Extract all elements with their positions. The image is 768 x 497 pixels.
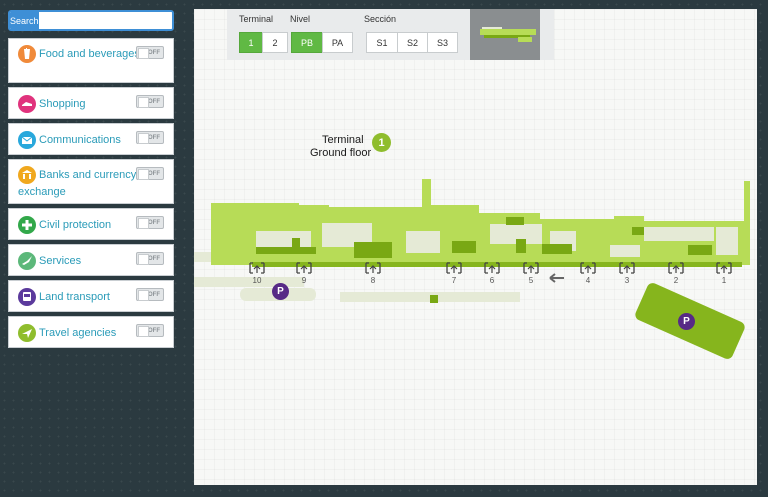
terminal-selector: 1 2 bbox=[239, 32, 288, 53]
category-list: Food and beverages OFF Shopping OFF Comm… bbox=[8, 38, 174, 352]
gate-arrow-icon bbox=[300, 265, 308, 273]
land-transport-icon bbox=[18, 288, 36, 306]
parking-icon[interactable]: P bbox=[272, 283, 289, 300]
parking-icon[interactable]: P bbox=[678, 313, 695, 330]
floor-area bbox=[194, 277, 304, 287]
gate-arrow-icon bbox=[672, 265, 680, 273]
seccion-s2-button[interactable]: S2 bbox=[397, 32, 428, 53]
building-block bbox=[506, 217, 524, 225]
gate-arrow-icon bbox=[584, 265, 592, 273]
shopping-toggle[interactable]: OFF bbox=[136, 95, 164, 108]
category-label: Food and beverages bbox=[39, 47, 140, 60]
floor-plan[interactable]: 10 9 8 7 6 5 4 3 2 1 bbox=[194, 9, 757, 485]
search-button[interactable]: Search bbox=[10, 12, 39, 29]
seccion-label: Sección bbox=[364, 14, 397, 24]
gate-arrow-icon bbox=[450, 265, 458, 273]
building-block bbox=[430, 295, 438, 303]
search-input[interactable] bbox=[38, 12, 172, 29]
food-toggle[interactable]: OFF bbox=[136, 46, 164, 59]
building-block bbox=[516, 239, 526, 253]
gate-label: 10 bbox=[253, 276, 262, 285]
gate-label: 9 bbox=[302, 276, 307, 285]
building-detail bbox=[610, 245, 640, 257]
building-block bbox=[354, 242, 392, 258]
category-food-and-beverages[interactable]: Food and beverages OFF bbox=[8, 38, 174, 83]
gate-label: 1 bbox=[722, 276, 727, 285]
nivel-selector: PB PA bbox=[291, 32, 353, 53]
category-label: Communications bbox=[39, 133, 121, 146]
seccion-selector: S1 S2 S3 bbox=[366, 32, 458, 53]
category-services[interactable]: Services OFF bbox=[8, 244, 174, 276]
services-icon bbox=[18, 252, 36, 270]
gate-label: 6 bbox=[490, 276, 495, 285]
civil-protection-toggle[interactable]: OFF bbox=[136, 216, 164, 229]
category-label: Shopping bbox=[39, 97, 86, 110]
communications-icon bbox=[18, 131, 36, 149]
terminal-2-button[interactable]: 2 bbox=[262, 32, 288, 53]
travel-agencies-toggle[interactable]: OFF bbox=[136, 324, 164, 337]
gate-arrow-icon bbox=[253, 265, 261, 273]
category-label: Land transport bbox=[39, 290, 110, 303]
food-icon bbox=[18, 45, 36, 63]
building-detail bbox=[644, 227, 714, 241]
nivel-pb-button[interactable]: PB bbox=[291, 32, 323, 53]
gate-arrow-icon bbox=[720, 265, 728, 273]
civil-protection-icon bbox=[18, 216, 36, 234]
terminal-number-badge: 1 bbox=[372, 133, 391, 152]
building-block bbox=[292, 238, 300, 248]
category-label: Services bbox=[39, 254, 82, 267]
gate-arrow-icon bbox=[369, 265, 377, 273]
category-communications[interactable]: Communications OFF bbox=[8, 123, 174, 155]
gate-label: 3 bbox=[625, 276, 630, 285]
category-label: Civil protection bbox=[39, 218, 112, 231]
seccion-s1-button[interactable]: S1 bbox=[366, 32, 398, 53]
category-travel-agencies[interactable]: Travel agencies OFF bbox=[8, 316, 174, 348]
search-bar: Search bbox=[8, 10, 174, 31]
nivel-pa-button[interactable]: PA bbox=[322, 32, 353, 53]
land-transport-toggle[interactable]: OFF bbox=[136, 288, 164, 301]
travel-agencies-icon bbox=[18, 324, 36, 342]
gate-arrow-icon bbox=[488, 265, 496, 273]
building-block bbox=[632, 227, 644, 235]
gate-arrow-icon bbox=[527, 265, 535, 273]
bank-icon bbox=[18, 166, 36, 184]
category-label: Travel agencies bbox=[39, 326, 117, 339]
nivel-label: Nivel bbox=[290, 14, 311, 24]
category-civil-protection[interactable]: Civil protection OFF bbox=[8, 208, 174, 240]
gate-label: 2 bbox=[674, 276, 679, 285]
map-title: Terminal Ground floor bbox=[310, 134, 430, 160]
building-block bbox=[452, 241, 476, 253]
banks-toggle[interactable]: OFF bbox=[136, 167, 164, 180]
map-title-floor: Ground floor bbox=[310, 147, 372, 159]
category-land-transport[interactable]: Land transport OFF bbox=[8, 280, 174, 312]
minimap[interactable] bbox=[470, 9, 540, 60]
shopping-icon bbox=[18, 95, 36, 113]
gate-label: 8 bbox=[371, 276, 376, 285]
gate-label: 7 bbox=[452, 276, 457, 285]
gate-label: 5 bbox=[529, 276, 534, 285]
building-block bbox=[256, 247, 316, 254]
building-block bbox=[542, 244, 572, 254]
category-banks-and-currency-exchange[interactable]: Banks and currency exchange OFF bbox=[8, 159, 174, 204]
building-detail bbox=[716, 227, 738, 255]
seccion-s3-button[interactable]: S3 bbox=[427, 32, 458, 53]
gate-arrow-icon bbox=[623, 265, 631, 273]
gate-label: 4 bbox=[586, 276, 591, 285]
terminal-1-button[interactable]: 1 bbox=[239, 32, 263, 53]
direction-arrow-icon bbox=[549, 273, 564, 283]
category-shopping[interactable]: Shopping OFF bbox=[8, 87, 174, 119]
building-block bbox=[688, 245, 712, 255]
services-toggle[interactable]: OFF bbox=[136, 252, 164, 265]
terminal-label: Terminal bbox=[239, 14, 274, 24]
terminal-map[interactable]: 10 9 8 7 6 5 4 3 2 1 P P Terminal Ground floor 1 … bbox=[194, 9, 757, 485]
communications-toggle[interactable]: OFF bbox=[136, 131, 164, 144]
building-detail bbox=[406, 231, 440, 253]
